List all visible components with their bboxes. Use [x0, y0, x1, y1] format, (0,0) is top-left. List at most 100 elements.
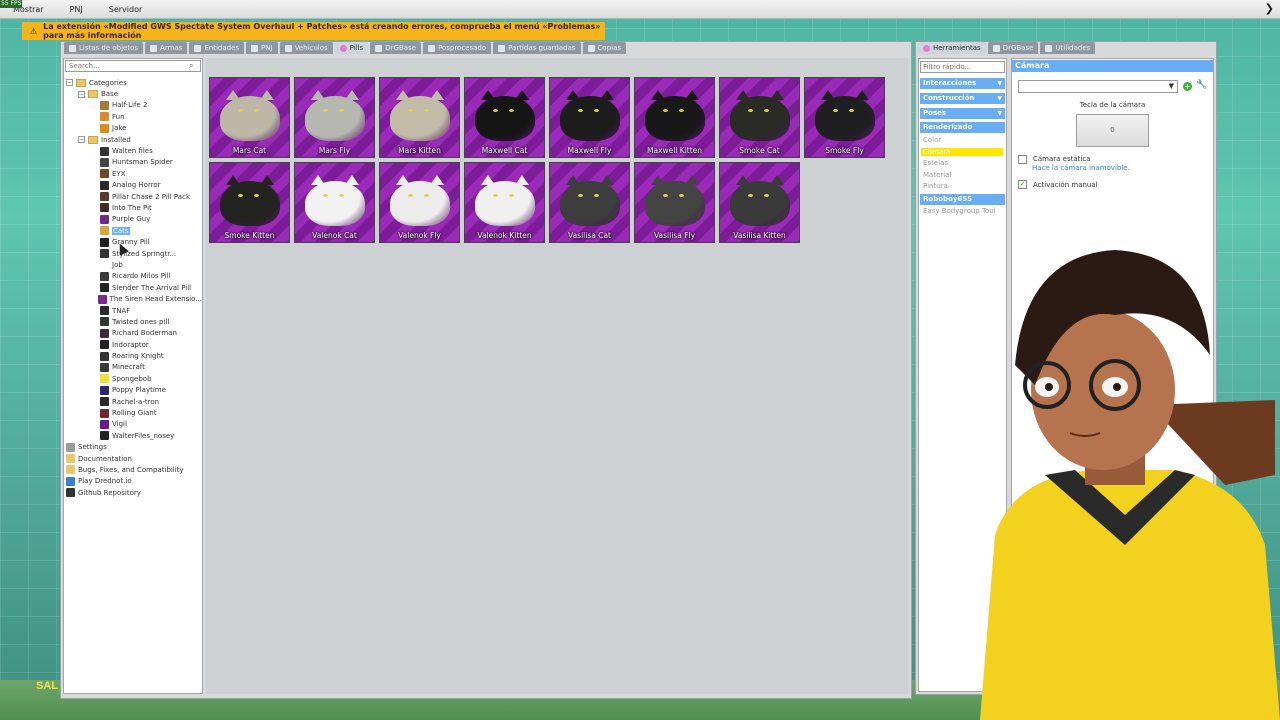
tree-node[interactable]: Roaring Knight	[66, 350, 202, 361]
tool-item[interactable]: Color	[923, 136, 941, 144]
menu-pnj[interactable]: PNJ	[57, 5, 96, 14]
tree-node[interactable]: Purple Guy	[66, 214, 202, 225]
tab-icon	[587, 44, 595, 52]
tree-node[interactable]: Ricardo Milos Pill	[66, 271, 202, 282]
tab-drgbase[interactable]: DrGBase	[370, 42, 421, 54]
pill-card[interactable]: Vasilisa Fly	[634, 162, 715, 243]
tree-node[interactable]: Documentation	[66, 453, 202, 464]
tree-node[interactable]: Vigil	[66, 419, 202, 430]
tree-node[interactable]: WalterFiles_nosey	[66, 430, 202, 441]
tree-node[interactable]: Huntsman Spider	[66, 157, 202, 168]
tab-listas-de-objetos[interactable]: Listas de objetos	[64, 42, 144, 54]
tool-category-header[interactable]: Interacciones ▼	[920, 78, 1005, 89]
pill-card[interactable]: Valenok Fly	[379, 162, 460, 243]
tree-node[interactable]: The Siren Head Extensio...	[66, 293, 202, 304]
error-warning-banner[interactable]: ⚠ La extensión «Modified GWS Spectate Sy…	[22, 22, 605, 40]
tree-node[interactable]: Slender The Arrival Pill	[66, 282, 202, 293]
chevron-right-icon[interactable]: ❯	[1265, 2, 1274, 15]
add-preset-icon[interactable]: +	[1183, 82, 1192, 91]
tree-node[interactable]: Fun	[66, 111, 202, 122]
tool-category-header[interactable]: Poses ▼	[920, 108, 1005, 119]
cat-thumbnail	[475, 181, 535, 226]
tree-node[interactable]: Play Drednot.io	[66, 476, 202, 487]
tree-node[interactable]: Cats	[66, 225, 202, 236]
manual-activation-label: Activación manual	[1033, 181, 1098, 189]
tree-node[interactable]: Stylized Springtr...	[66, 248, 202, 259]
tree-node[interactable]: Walten files	[66, 145, 202, 156]
expand-toggle-icon[interactable]: −	[66, 79, 73, 87]
tool-item[interactable]: Cámara	[921, 147, 1003, 156]
tree-node[interactable]: Rachel-a-tron	[66, 396, 202, 407]
tree-node[interactable]: Spongebob	[66, 373, 202, 384]
tool-item[interactable]: Material	[923, 171, 951, 179]
tree-node[interactable]: Job	[66, 259, 202, 270]
tree-node[interactable]: Richard Boderman	[66, 328, 202, 339]
tab-pnj[interactable]: PNJ	[246, 42, 278, 54]
tool-category-label: Interacciones	[923, 79, 977, 87]
tree-node[interactable]: − Base	[66, 88, 202, 99]
tab-label: DrGBase	[385, 44, 416, 52]
pill-card[interactable]: Maxwell Fly	[549, 77, 630, 158]
camera-key-binder[interactable]: 0	[1076, 114, 1149, 147]
search-icon[interactable]: ⌕	[189, 61, 193, 71]
tab-pills[interactable]: Pills	[334, 42, 369, 54]
menu-servidor[interactable]: Servidor	[96, 5, 156, 14]
tool-tab-utilidades[interactable]: Utilidades	[1040, 42, 1096, 54]
pill-card[interactable]: Vasilisa Cat	[549, 162, 630, 243]
pill-card[interactable]: Smoke Kitten	[209, 162, 290, 243]
tree-node[interactable]: Half-Life 2	[66, 100, 202, 111]
tree-node[interactable]: Settings	[66, 442, 202, 453]
tree-node[interactable]: Indoraptor	[66, 339, 202, 350]
tree-node[interactable]: Poppy Playtime	[66, 385, 202, 396]
tree-node[interactable]: − Categories	[66, 77, 202, 88]
tree-node[interactable]: Analog Horror	[66, 180, 202, 191]
search-input[interactable]: Search...	[65, 60, 201, 72]
pill-card[interactable]: Valenok Kitten	[464, 162, 545, 243]
category-icon	[100, 317, 109, 327]
tool-category-header[interactable]: Construcción ▼	[920, 93, 1005, 104]
cat-thumbnail	[390, 96, 450, 141]
expand-toggle-icon[interactable]: −	[78, 90, 85, 98]
preset-combobox[interactable]: ▼	[1018, 80, 1178, 93]
pill-card[interactable]: Mars Kitten	[379, 77, 460, 158]
pill-card[interactable]: Mars Cat	[209, 77, 290, 158]
tree-node[interactable]: Github Repository	[66, 487, 202, 498]
tree-node[interactable]: Granny Pill	[66, 236, 202, 247]
tree-node[interactable]: Pillar Chase 2 Pill Pack	[66, 191, 202, 202]
tree-node[interactable]: Jake	[66, 123, 202, 134]
tab-partidas-guardadas[interactable]: Partidas guardadas	[493, 42, 581, 54]
tool-tab-herramientas[interactable]: Herramientas	[918, 42, 986, 54]
tree-node[interactable]: − Installed	[66, 134, 202, 145]
tool-item[interactable]: Easy Bodygroup Tool	[923, 207, 996, 215]
pill-card[interactable]: Valenok Cat	[294, 162, 375, 243]
manual-activation-checkbox[interactable]: ✓	[1018, 180, 1027, 189]
pill-card[interactable]: Mars Fly	[294, 77, 375, 158]
tab-entidades[interactable]: Entidades	[189, 42, 245, 54]
expand-toggle-icon[interactable]: −	[78, 136, 85, 144]
tool-category-header[interactable]: Roboboy655	[920, 194, 1005, 205]
quick-filter-input[interactable]: Filtro rápido...	[920, 61, 1005, 73]
tree-node[interactable]: Bugs, Fixes, and Compatibility	[66, 464, 202, 475]
tree-node[interactable]: Into The Pit	[66, 202, 202, 213]
pill-card[interactable]: Vasilisa Kitten	[719, 162, 800, 243]
pill-card[interactable]: Maxwell Cat	[464, 77, 545, 158]
category-icon	[66, 454, 75, 464]
tree-node[interactable]: Twisted ones pill	[66, 316, 202, 327]
tab-veh-culos[interactable]: Vehículos	[279, 42, 333, 54]
tool-item[interactable]: Estelas	[923, 159, 948, 167]
tree-node[interactable]: Rolling Giant	[66, 407, 202, 418]
tool-category-header[interactable]: Renderizado	[920, 122, 1005, 133]
tree-node[interactable]: EYX	[66, 168, 202, 179]
wrench-icon[interactable]: 🔧	[1196, 80, 1207, 90]
tab-copias[interactable]: Copias	[582, 42, 627, 54]
tree-node[interactable]: TNAF	[66, 305, 202, 316]
pill-card[interactable]: Smoke Cat	[719, 77, 800, 158]
pill-card[interactable]: Maxwell Kitten	[634, 77, 715, 158]
tab-armas[interactable]: Armas	[145, 42, 188, 54]
tab-posprocesado[interactable]: Posprocesado	[422, 42, 492, 54]
tool-tab-drgbase[interactable]: DrGBase	[987, 42, 1039, 54]
pill-card[interactable]: Smoke Fly	[804, 77, 885, 158]
tree-node[interactable]: Minecraft	[66, 362, 202, 373]
tool-item[interactable]: Pintura	[923, 182, 948, 190]
static-camera-checkbox[interactable]	[1018, 155, 1027, 164]
